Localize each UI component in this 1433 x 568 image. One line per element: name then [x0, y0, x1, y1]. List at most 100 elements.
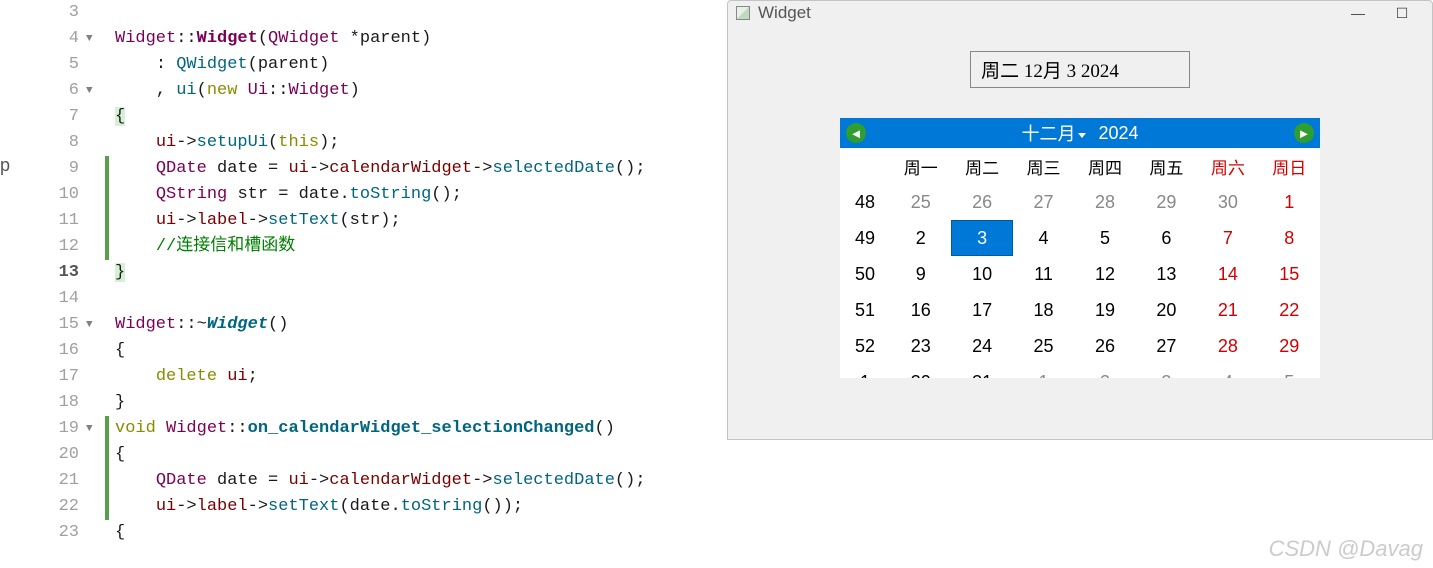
calendar-week-number: 1 [840, 364, 890, 378]
fold-toggle-icon[interactable]: ▼ [86, 423, 93, 435]
calendar-day[interactable]: 15 [1259, 256, 1320, 292]
calendar-day[interactable]: 20 [1136, 292, 1197, 328]
calendar-day[interactable]: 9 [890, 256, 951, 292]
calendar-day[interactable]: 28 [1074, 184, 1135, 220]
calendar-day[interactable]: 7 [1197, 220, 1258, 256]
calendar-day[interactable]: 12 [1074, 256, 1135, 292]
calendar-day-header: 周三 [1013, 148, 1074, 184]
calendar-day[interactable]: 6 [1136, 220, 1197, 256]
code-line[interactable]: QDate date = ui->calendarWidget->selecte… [115, 156, 720, 182]
code-editor[interactable]: p 34567891011121314151617181920212223 ▼▼… [0, 0, 720, 568]
calendar-day[interactable]: 8 [1259, 220, 1320, 256]
line-number: 21 [30, 468, 79, 494]
calendar-day[interactable]: 18 [1013, 292, 1074, 328]
calendar-day[interactable]: 1 [1013, 364, 1074, 378]
app-icon [736, 6, 750, 20]
line-number: 9 [30, 156, 79, 182]
code-line[interactable]: { [115, 442, 720, 468]
code-area[interactable]: Widget::Widget(QWidget *parent) : QWidge… [111, 0, 720, 568]
editor-left-strip: p [0, 0, 30, 568]
fold-column[interactable]: ▼ ▼ ▼ ▼ [85, 0, 105, 568]
fold-toggle-icon[interactable]: ▼ [86, 33, 93, 45]
calendar-day[interactable]: 13 [1136, 256, 1197, 292]
modification-marker [105, 416, 109, 442]
calendar-day[interactable]: 5 [1074, 220, 1135, 256]
calendar-widget[interactable]: ◄ 十二月 2024 ► 周一周二周三周四周五周六周日4825262728293… [840, 118, 1320, 378]
calendar-day[interactable]: 27 [1136, 328, 1197, 364]
calendar-day[interactable]: 21 [1197, 292, 1258, 328]
calendar-day[interactable]: 30 [890, 364, 951, 378]
code-line[interactable]: QString str = date.toString(); [115, 182, 720, 208]
calendar-year-selector[interactable]: 2024 [1098, 123, 1138, 144]
line-number: 20 [30, 442, 79, 468]
calendar-day[interactable]: 29 [1136, 184, 1197, 220]
calendar-day[interactable]: 2 [890, 220, 951, 256]
code-line[interactable]: ui->setupUi(this); [115, 130, 720, 156]
calendar-day[interactable]: 1 [1259, 184, 1320, 220]
calendar-day[interactable]: 22 [1259, 292, 1320, 328]
calendar-day[interactable]: 25 [890, 184, 951, 220]
calendar-day[interactable]: 27 [1013, 184, 1074, 220]
calendar-day[interactable]: 4 [1013, 220, 1074, 256]
window-content: 周二 12月 3 2024 ◄ 十二月 2024 ► 周一周二周三周四周五周六周… [728, 25, 1432, 378]
code-line[interactable] [115, 0, 720, 26]
code-line[interactable]: } [115, 390, 720, 416]
calendar-week-number: 52 [840, 328, 890, 364]
line-number-gutter[interactable]: 34567891011121314151617181920212223 [30, 0, 85, 568]
code-line[interactable]: { [115, 338, 720, 364]
modification-marker [105, 494, 109, 520]
calendar-day[interactable]: 3 [1136, 364, 1197, 378]
calendar-day[interactable]: 31 [951, 364, 1012, 378]
code-line[interactable]: delete ui; [115, 364, 720, 390]
calendar-day[interactable]: 25 [1013, 328, 1074, 364]
calendar-day[interactable]: 17 [951, 292, 1012, 328]
code-line[interactable]: void Widget::on_calendarWidget_selection… [115, 416, 720, 442]
code-line[interactable]: } [115, 260, 720, 286]
calendar-week-number: 49 [840, 220, 890, 256]
code-line[interactable] [115, 286, 720, 312]
modification-bar-column [105, 0, 111, 568]
calendar-day[interactable]: 26 [1074, 328, 1135, 364]
calendar-next-button[interactable]: ► [1294, 123, 1314, 143]
minimize-button[interactable]: — [1336, 1, 1380, 25]
fold-toggle-icon[interactable]: ▼ [86, 85, 93, 97]
line-number: 5 [30, 52, 79, 78]
calendar-day[interactable]: 4 [1197, 364, 1258, 378]
calendar-day-header: 周四 [1074, 148, 1135, 184]
calendar-week-number: 51 [840, 292, 890, 328]
maximize-button[interactable]: ☐ [1380, 1, 1424, 25]
calendar-day[interactable]: 5 [1259, 364, 1320, 378]
calendar-day[interactable]: 28 [1197, 328, 1258, 364]
calendar-day[interactable]: 10 [951, 256, 1012, 292]
modification-marker [105, 442, 109, 468]
calendar-day[interactable]: 29 [1259, 328, 1320, 364]
code-line[interactable]: , ui(new Ui::Widget) [115, 78, 720, 104]
code-line[interactable]: QDate date = ui->calendarWidget->selecte… [115, 468, 720, 494]
calendar-day[interactable]: 24 [951, 328, 1012, 364]
calendar-day[interactable]: 19 [1074, 292, 1135, 328]
calendar-day-header: 周一 [890, 148, 951, 184]
calendar-day[interactable]: 2 [1074, 364, 1135, 378]
code-line[interactable]: : QWidget(parent) [115, 52, 720, 78]
calendar-day[interactable]: 26 [951, 184, 1012, 220]
code-line[interactable]: { [115, 104, 720, 130]
calendar-day[interactable]: 14 [1197, 256, 1258, 292]
widget-app-window[interactable]: Widget — ☐ 周二 12月 3 2024 ◄ 十二月 2024 ► 周一… [727, 0, 1433, 440]
calendar-prev-button[interactable]: ◄ [846, 123, 866, 143]
code-line[interactable]: ui->label->setText(str); [115, 208, 720, 234]
code-line[interactable]: ui->label->setText(date.toString()); [115, 494, 720, 520]
calendar-month-selector[interactable]: 十二月 [1021, 120, 1086, 146]
fold-toggle-icon[interactable]: ▼ [86, 319, 93, 331]
calendar-day[interactable]: 16 [890, 292, 951, 328]
code-line[interactable]: Widget::Widget(QWidget *parent) [115, 26, 720, 52]
calendar-day[interactable]: 3 [951, 220, 1012, 256]
calendar-day[interactable]: 23 [890, 328, 951, 364]
code-line[interactable]: { [115, 520, 720, 546]
calendar-day[interactable]: 11 [1013, 256, 1074, 292]
calendar-day[interactable]: 30 [1197, 184, 1258, 220]
code-line[interactable]: Widget::~Widget() [115, 312, 720, 338]
code-line[interactable]: //连接信和槽函数 [115, 234, 720, 260]
left-strip-label: p [0, 155, 10, 176]
window-titlebar[interactable]: Widget — ☐ [728, 1, 1432, 25]
line-number: 15 [30, 312, 79, 338]
